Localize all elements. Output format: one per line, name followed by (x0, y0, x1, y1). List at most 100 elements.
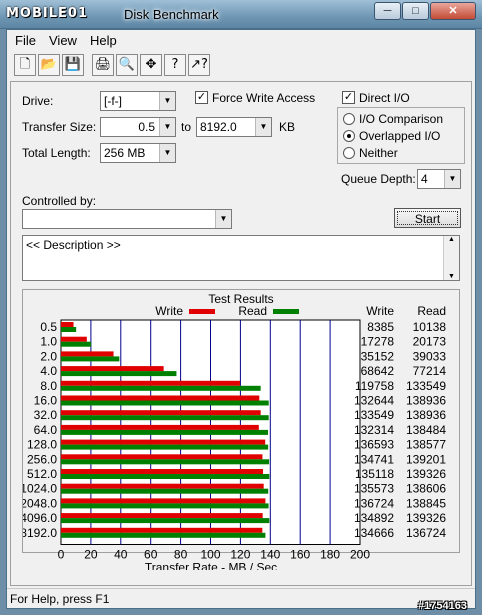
read-value: 138936 (406, 394, 446, 408)
app-logo: MOBILE01 (6, 6, 88, 21)
read-value: 39033 (413, 349, 447, 363)
menu-view[interactable]: View (49, 33, 77, 48)
write-bar (61, 366, 164, 372)
transfer-size-label: Transfer Size: (22, 120, 97, 134)
read-bar (61, 400, 269, 406)
read-value: 136724 (406, 526, 446, 540)
read-value: 20173 (413, 335, 447, 349)
read-bar (61, 459, 270, 465)
write-bar (61, 498, 266, 504)
direct-io-checkbox[interactable]: ✓ (342, 91, 355, 104)
y-tick-label: 128.0 (27, 438, 57, 452)
write-value: 134741 (354, 452, 394, 466)
print-icon[interactable]: 🖨 (92, 54, 114, 76)
overlapped-io-radio[interactable] (343, 130, 355, 142)
write-value: 35152 (361, 349, 395, 363)
y-tick-label: 4.0 (40, 364, 57, 378)
write-bar (61, 351, 114, 357)
y-tick-label: 16.0 (34, 394, 58, 408)
read-bar (61, 518, 270, 524)
io-comparison-radio[interactable] (343, 113, 355, 125)
read-bar (61, 385, 261, 391)
queue-depth-label: Queue Depth: (341, 172, 416, 186)
maximize-button[interactable]: □ (402, 2, 429, 20)
start-button[interactable]: Start (394, 208, 461, 228)
description-scrollbar[interactable]: ▲ ▼ (443, 236, 459, 280)
write-bar (61, 424, 259, 430)
chevron-down-icon: ▼ (215, 210, 231, 228)
status-text: For Help, press F1 (10, 592, 110, 606)
read-bar (61, 356, 120, 362)
queue-depth-select[interactable]: 4 ▼ (417, 169, 461, 189)
transfer-size-to-select[interactable]: 8192.0 ▼ (196, 117, 272, 137)
write-value: 17278 (361, 335, 395, 349)
column-header: Read (417, 304, 446, 318)
scroll-up-icon[interactable]: ▲ (448, 236, 455, 243)
chevron-down-icon: ▼ (159, 118, 175, 136)
y-tick-label: 0.5 (40, 320, 57, 334)
scroll-down-icon[interactable]: ▼ (448, 273, 455, 280)
context-help-icon[interactable]: ↗? (188, 54, 210, 76)
description-box[interactable]: << Description >> ▲ ▼ (22, 235, 460, 281)
force-write-label: Force Write Access (212, 91, 316, 105)
read-value: 138936 (406, 408, 446, 422)
read-bar (61, 474, 270, 479)
menu-file[interactable]: File (15, 33, 36, 48)
read-bar (61, 429, 269, 435)
write-value: 136593 (354, 438, 394, 452)
total-length-select[interactable]: 256 MB ▼ (100, 143, 176, 163)
force-write-checkbox[interactable]: ✓ (195, 91, 208, 104)
read-value: 77214 (413, 364, 447, 378)
controlled-by-select[interactable]: ▼ (22, 209, 232, 229)
y-tick-label: 2048.0 (23, 496, 57, 510)
write-bar (61, 513, 263, 519)
x-tick-label: 80 (174, 548, 188, 562)
read-bar (61, 503, 269, 509)
menu-help[interactable]: Help (90, 33, 117, 48)
y-tick-label: 4096.0 (23, 511, 57, 525)
y-tick-label: 1024.0 (23, 482, 57, 496)
legend-swatch (189, 309, 215, 314)
open-icon[interactable]: 📂 (38, 54, 60, 76)
y-tick-label: 8192.0 (23, 526, 57, 540)
neither-radio[interactable] (343, 147, 355, 159)
status-bar: For Help, press F1 (7, 588, 475, 608)
menu-bar: File View Help (7, 30, 475, 51)
x-tick-label: 40 (114, 548, 128, 562)
chevron-down-icon: ▼ (255, 118, 271, 136)
new-icon[interactable]: 🗋 (14, 54, 36, 76)
read-bar (61, 341, 92, 347)
print-preview-icon[interactable]: 🔍 (116, 54, 138, 76)
read-value: 138484 (406, 423, 446, 437)
read-bar (61, 415, 269, 421)
legend-label: Read (238, 304, 267, 318)
write-value: 68642 (361, 364, 395, 378)
transfer-size-from-select[interactable]: 0.5 ▼ (100, 117, 176, 137)
read-bar (61, 488, 269, 494)
x-tick-label: 20 (84, 548, 98, 562)
chevron-down-icon: ▼ (159, 92, 175, 110)
legend-label: Write (155, 304, 183, 318)
column-header: Write (366, 304, 394, 318)
write-value: 8385 (367, 320, 394, 334)
write-value: 135118 (355, 467, 394, 481)
read-bar (61, 444, 269, 450)
read-bar (61, 532, 266, 538)
y-tick-label: 32.0 (34, 408, 58, 422)
transfer-unit-label: KB (279, 120, 296, 134)
save-icon[interactable]: 💾 (62, 54, 84, 76)
y-tick-label: 8.0 (40, 379, 57, 393)
y-tick-label: 2.0 (40, 349, 57, 363)
drive-select[interactable]: [-f-] ▼ (100, 91, 176, 111)
minimize-button[interactable]: ─ (374, 2, 401, 20)
neither-label: Neither (359, 146, 398, 160)
close-button[interactable]: ✕ (430, 2, 476, 20)
y-tick-label: 512.0 (27, 467, 57, 481)
window-title: Disk Benchmark (124, 7, 219, 22)
move-icon[interactable]: ✥ (140, 54, 162, 76)
total-length-label: Total Length: (22, 146, 91, 160)
write-bar (61, 336, 87, 342)
read-value: 138577 (406, 438, 446, 452)
x-tick-label: 100 (200, 548, 220, 562)
help-icon[interactable]: ? (164, 54, 186, 76)
